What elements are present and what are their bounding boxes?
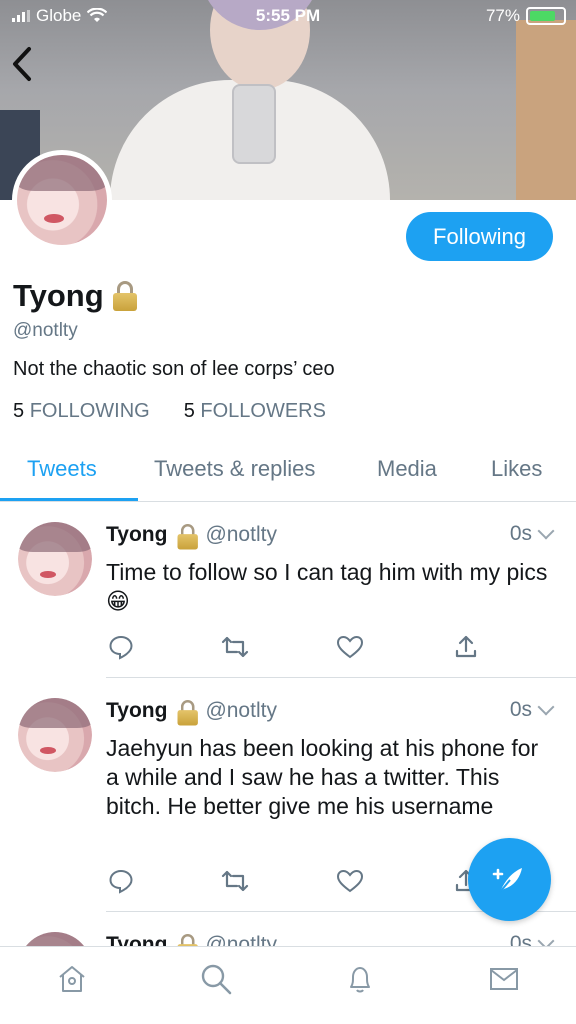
tweet-actions bbox=[106, 868, 486, 898]
tweet-header: Tyong @notlty bbox=[106, 932, 277, 946]
lock-icon bbox=[177, 699, 199, 726]
retweet-icon[interactable] bbox=[220, 634, 250, 665]
heart-icon[interactable] bbox=[336, 634, 364, 665]
tweet-author-name: Tyong bbox=[106, 523, 168, 546]
search-icon bbox=[201, 964, 232, 995]
following-count-link[interactable]: 5 FOLLOWING bbox=[13, 400, 150, 423]
nav-notifications[interactable] bbox=[340, 959, 380, 999]
battery-percent: 77% bbox=[485, 6, 520, 25]
tab-media[interactable]: Media bbox=[377, 456, 437, 482]
banner-decor bbox=[516, 20, 576, 200]
tweet-text: Time to follow so I can tag him with my … bbox=[106, 559, 548, 614]
tweet-header: Tyong @notlty bbox=[106, 522, 277, 550]
tweet-text: Jaehyun has been looking at his phone fo… bbox=[106, 735, 539, 819]
profile-tabs: Tweets Tweets & replies Media Likes bbox=[0, 440, 576, 502]
battery: 77% bbox=[486, 6, 566, 26]
mail-icon bbox=[490, 968, 518, 990]
chevron-down-icon[interactable] bbox=[537, 522, 555, 540]
lock-icon bbox=[112, 281, 138, 311]
bottom-tab-bar bbox=[0, 946, 576, 1024]
tweet-header: Tyong @notlty bbox=[106, 698, 277, 726]
profile-name-row: Tyong bbox=[13, 278, 138, 314]
tweet-author-handle: @notlty bbox=[205, 699, 277, 722]
chevron-down-icon[interactable] bbox=[537, 932, 555, 946]
status-bar: Globe 5:55 PM 77% bbox=[0, 0, 576, 32]
tab-tweets-replies[interactable]: Tweets & replies bbox=[154, 456, 315, 482]
tab-likes[interactable]: Likes bbox=[491, 456, 542, 482]
compose-tweet-button[interactable] bbox=[468, 838, 551, 921]
tweet-author-handle: @notlty bbox=[205, 523, 277, 546]
tweet-time[interactable]: 0s bbox=[510, 932, 555, 946]
home-icon bbox=[59, 966, 85, 992]
tweet-item[interactable]: Tyong @notlty 0s Time to follow so I can… bbox=[0, 502, 576, 678]
back-arrow-icon bbox=[13, 47, 31, 81]
followers-count-link[interactable]: 5 FOLLOWERS bbox=[184, 400, 326, 423]
reply-icon[interactable] bbox=[108, 634, 134, 665]
tweet-avatar[interactable] bbox=[18, 698, 92, 772]
battery-icon bbox=[526, 7, 566, 25]
retweet-icon[interactable] bbox=[220, 868, 250, 899]
follow-counts: 5 FOLLOWING 5 FOLLOWERS bbox=[13, 400, 326, 423]
following-button[interactable]: Following bbox=[406, 212, 553, 261]
tweet-author-name: Tyong bbox=[106, 699, 168, 722]
tweet-time[interactable]: 0s bbox=[510, 698, 555, 722]
tweet-time[interactable]: 0s bbox=[510, 522, 555, 546]
nav-home[interactable] bbox=[52, 959, 92, 999]
tweet-author-name: Tyong bbox=[106, 933, 168, 946]
active-tab-indicator bbox=[0, 498, 138, 501]
tweet-actions bbox=[106, 634, 486, 664]
heart-icon[interactable] bbox=[336, 868, 364, 899]
lock-icon bbox=[177, 523, 199, 550]
bell-icon bbox=[350, 967, 370, 993]
tweet-item[interactable]: Tyong @notlty 0s bbox=[0, 912, 576, 946]
profile-avatar[interactable] bbox=[12, 150, 112, 250]
lock-icon bbox=[177, 933, 199, 946]
chevron-down-icon[interactable] bbox=[537, 698, 555, 716]
tweet-author-handle: @notlty bbox=[205, 933, 277, 946]
nav-messages[interactable] bbox=[484, 959, 524, 999]
tweet-avatar[interactable] bbox=[18, 522, 92, 596]
profile-bio: Not the chaotic son of lee corps’ ceo bbox=[13, 358, 335, 380]
share-icon[interactable] bbox=[454, 634, 478, 665]
banner-decor bbox=[232, 84, 276, 164]
tab-tweets[interactable]: Tweets bbox=[27, 456, 97, 482]
profile-handle: @notlty bbox=[13, 320, 78, 341]
back-button[interactable] bbox=[10, 46, 40, 86]
tweet-avatar[interactable] bbox=[18, 932, 92, 946]
nav-search[interactable] bbox=[196, 959, 236, 999]
reply-icon[interactable] bbox=[108, 868, 134, 899]
profile-name: Tyong bbox=[13, 278, 104, 313]
compose-feather-icon bbox=[492, 867, 522, 893]
